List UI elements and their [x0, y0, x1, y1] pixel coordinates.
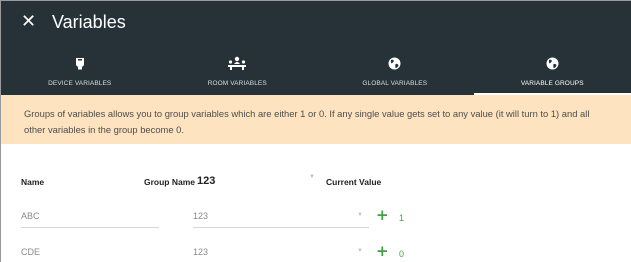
group-name-column-header: Group Name — [144, 177, 196, 187]
variables-dialog: ✕ Variables DEVICE VARIABLES ROOM VARIAB… — [0, 0, 631, 262]
add-icon[interactable]: + — [376, 208, 389, 223]
tab-bar: DEVICE VARIABLES ROOM VARIABLES GLOBAL V… — [1, 43, 631, 95]
tab-label: GLOBAL VARIABLES — [362, 80, 428, 87]
tab-global-variables[interactable]: GLOBAL VARIABLES — [316, 43, 474, 95]
tab-room-variables[interactable]: ROOM VARIABLES — [159, 43, 317, 95]
globe-icon — [546, 55, 559, 71]
dropdown-arrow-icon: ▼ — [309, 174, 315, 180]
tab-label: VARIABLE GROUPS — [520, 80, 584, 87]
add-icon[interactable]: + — [376, 244, 389, 259]
tab-label: DEVICE VARIABLES — [48, 80, 112, 87]
room-icon — [227, 55, 247, 71]
globe-icon — [388, 55, 401, 71]
dialog-title: Variables — [52, 11, 126, 32]
close-icon[interactable]: ✕ — [21, 13, 41, 31]
info-notice: Groups of variables allows you to group … — [1, 95, 631, 144]
current-value-column-header: Current Value — [326, 177, 382, 187]
variable-group-select[interactable]: 123 ▼ — [193, 246, 369, 262]
current-value: 1 — [399, 213, 405, 223]
dropdown-arrow-icon: ▼ — [357, 212, 363, 218]
name-column-header: Name — [21, 177, 45, 187]
group-select-value: 123 — [197, 175, 216, 187]
device-icon — [75, 55, 85, 71]
tab-label: ROOM VARIABLES — [207, 80, 267, 87]
current-value: 0 — [399, 249, 405, 259]
tab-device-variables[interactable]: DEVICE VARIABLES — [1, 43, 159, 95]
variable-name-input[interactable]: ABC — [21, 210, 159, 228]
tab-variable-groups[interactable]: VARIABLE GROUPS — [473, 43, 631, 95]
variable-name-input[interactable]: CDE — [21, 246, 159, 262]
variable-group-select[interactable]: 123 ▼ — [193, 210, 369, 228]
group-name-select[interactable]: 123 ▼ — [197, 171, 325, 189]
title-bar: ✕ Variables — [1, 1, 631, 43]
dropdown-arrow-icon: ▼ — [357, 248, 363, 254]
